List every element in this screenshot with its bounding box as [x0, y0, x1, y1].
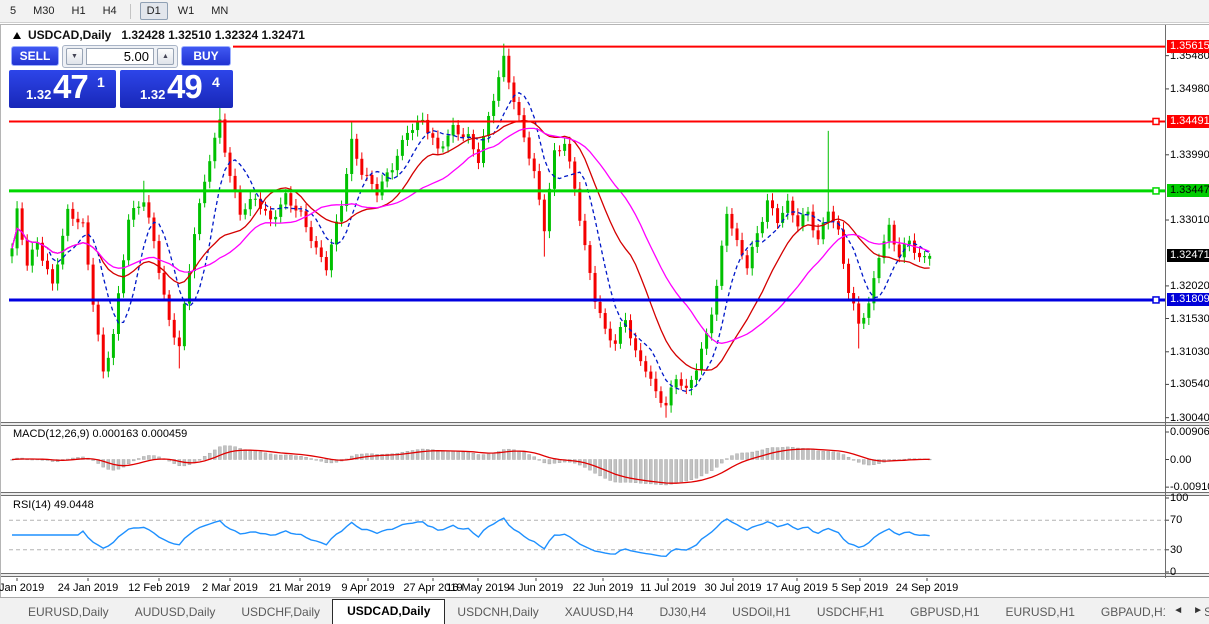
tab-audusd-daily[interactable]: AUDUSD,Daily [123, 601, 228, 624]
tab-usdchf-daily[interactable]: USDCHF,Daily [229, 601, 332, 624]
one-click-trading-panel: SELL ▼ ▲ BUY 1.32 47 1 1.32 49 4 [9, 45, 233, 108]
buy-button[interactable]: BUY [181, 46, 231, 66]
lot-decrease-button[interactable]: ▼ [66, 48, 83, 65]
price-tick-label: 1.31530 [1170, 313, 1209, 325]
timeframe-button-h4[interactable]: H4 [96, 2, 124, 20]
chart-tabs: EURUSD,DailyAUDUSD,DailyUSDCHF,DailyUSDC… [0, 598, 1209, 624]
buy-price-panel[interactable]: 1.32 49 4 [120, 70, 233, 108]
price-badge: 1.35615 [1167, 40, 1209, 53]
price-tick-label: 1.31030 [1170, 346, 1209, 358]
left-arrow-icon: ◄ [1173, 605, 1183, 616]
date-tick-label: 30 Jul 2019 [705, 582, 762, 594]
tab-scroll-arrows: ◄ ► [1165, 604, 1205, 618]
chart-canvas[interactable] [1, 25, 1209, 624]
chart-title: USDCAD,Daily 1.32428 1.32510 1.32324 1.32… [13, 28, 305, 42]
lot-increase-button[interactable]: ▲ [157, 48, 174, 65]
tab-gbpusd-h1[interactable]: GBPUSD,H1 [898, 601, 991, 624]
buy-price-sup: 4 [212, 74, 220, 90]
rsi-label: RSI(14) 49.0448 [13, 499, 94, 511]
timeframe-button-m30[interactable]: M30 [26, 2, 61, 20]
down-arrow-icon: ▼ [71, 53, 78, 60]
collapse-triangle-icon[interactable] [13, 32, 21, 39]
date-tick-label: 4 Jun 2019 [509, 582, 563, 594]
lot-size-control: ▼ ▲ [62, 45, 178, 68]
date-tick-label: 21 Mar 2019 [269, 582, 331, 594]
sell-price-small: 1.32 [26, 87, 51, 102]
chart-symbol-label: USDCAD,Daily [28, 28, 111, 42]
date-tick-label: 22 Jun 2019 [573, 582, 634, 594]
moving-average-mid [12, 120, 930, 370]
date-tick-label: 5 Sep 2019 [832, 582, 888, 594]
macd-axis-label: 0.009062 [1170, 426, 1209, 438]
chart-window: USDCAD,Daily 1.32428 1.32510 1.32324 1.32… [0, 24, 1209, 597]
timeframe-toolbar: 5M30H1H4 D1W1MN [0, 0, 1209, 23]
sell-price-big: 47 [53, 68, 88, 106]
price-tick-label: 1.33010 [1170, 214, 1209, 226]
price-badge: 1.31809 [1167, 293, 1209, 306]
toolbar-separator [130, 4, 131, 19]
price-badge: 1.33447 [1167, 184, 1209, 197]
rsi-line [12, 518, 930, 556]
hline-1.34491[interactable] [9, 118, 1165, 124]
rsi-axis-label: 70 [1170, 514, 1182, 526]
timeframe-button-h1[interactable]: H1 [65, 2, 93, 20]
price-tick-label: 1.30540 [1170, 378, 1209, 390]
tab-eurusd-daily[interactable]: EURUSD,Daily [16, 601, 121, 624]
tab-eurusd-h1[interactable]: EURUSD,H1 [994, 601, 1087, 624]
date-tick-label: 17 Aug 2019 [766, 582, 828, 594]
buy-price-big: 49 [167, 68, 202, 106]
price-tick-label: 1.32020 [1170, 280, 1209, 292]
macd-label: MACD(12,26,9) 0.000163 0.000459 [13, 428, 187, 440]
tab-dj30-h4[interactable]: DJ30,H4 [647, 601, 718, 624]
price-badge: 1.32471 [1167, 249, 1209, 262]
mt4-window: 5M30H1H4 D1W1MN USDCAD,Daily 1.32428 1.325… [0, 0, 1209, 624]
date-tick-label: 5 Jan 2019 [0, 582, 44, 594]
tab-usdoil-h1[interactable]: USDOil,H1 [720, 601, 803, 624]
date-tick-label: 12 Feb 2019 [128, 582, 190, 594]
price-badge: 1.34491 [1167, 115, 1209, 128]
sell-price-sup: 1 [97, 74, 105, 90]
moving-average-fast [12, 93, 930, 392]
tab-scroll-right-button[interactable]: ► [1191, 604, 1205, 618]
moving-average-slow [12, 128, 930, 343]
timeframe-button-mn[interactable]: MN [204, 2, 235, 20]
hline-1.33447[interactable] [9, 188, 1165, 194]
up-arrow-icon: ▲ [162, 53, 169, 60]
chart-ohlc-values: 1.32428 1.32510 1.32324 1.32471 [121, 28, 305, 42]
chart-tabs-bar: EURUSD,DailyAUDUSD,DailyUSDCHF,DailyUSDC… [0, 597, 1209, 624]
tab-xauusd-h4[interactable]: XAUUSD,H4 [553, 601, 646, 624]
price-tick-label: 1.33990 [1170, 149, 1209, 161]
date-tick-label: 24 Sep 2019 [896, 582, 958, 594]
tab-usdchf-h1[interactable]: USDCHF,H1 [805, 601, 896, 624]
tab-usdcnh-daily[interactable]: USDCNH,Daily [445, 601, 550, 624]
price-tick-label: 1.34980 [1170, 83, 1209, 95]
date-tick-label: 24 Jan 2019 [58, 582, 119, 594]
right-arrow-icon: ► [1193, 605, 1203, 616]
timeframe-button-5[interactable]: 5 [3, 2, 23, 20]
macd-axis-label: 0.00 [1170, 454, 1191, 466]
date-tick-label: 16 May 2019 [446, 582, 510, 594]
sell-button[interactable]: SELL [11, 46, 59, 66]
price-tick-label: 1.30040 [1170, 412, 1209, 424]
sell-price-panel[interactable]: 1.32 47 1 [9, 70, 116, 108]
lot-size-input[interactable] [86, 48, 154, 65]
tab-usdcad-daily[interactable]: USDCAD,Daily [332, 599, 445, 624]
timeframe-button-w1[interactable]: W1 [171, 2, 202, 20]
tab-scroll-left-button[interactable]: ◄ [1171, 604, 1185, 618]
date-tick-label: 9 Apr 2019 [341, 582, 394, 594]
rsi-axis-label: 100 [1170, 492, 1188, 504]
timeframe-button-d1[interactable]: D1 [140, 2, 168, 20]
buy-price-small: 1.32 [140, 87, 165, 102]
rsi-axis-label: 30 [1170, 544, 1182, 556]
date-tick-label: 11 Jul 2019 [640, 582, 696, 594]
date-tick-label: 2 Mar 2019 [202, 582, 258, 594]
rsi-axis-label: 0 [1170, 566, 1176, 578]
